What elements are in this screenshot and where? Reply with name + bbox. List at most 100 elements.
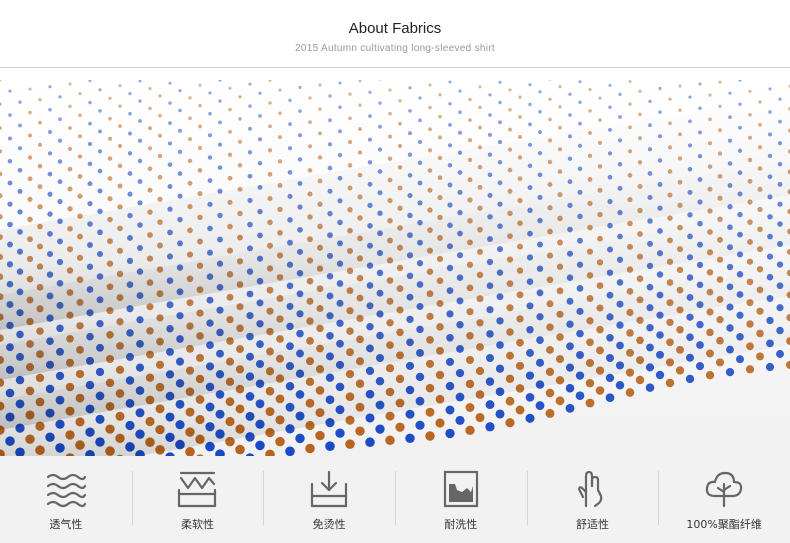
- fabric-dot: [555, 396, 565, 406]
- fabric-dot: [458, 130, 462, 135]
- fabric-dot: [277, 135, 283, 140]
- fabric-dot: [508, 127, 512, 132]
- fabric-dot: [578, 80, 582, 84]
- fabric-dot: [158, 133, 162, 138]
- fabric-dot: [318, 83, 322, 87]
- fabric-dot: [138, 99, 142, 103]
- fabric-dot: [575, 391, 585, 401]
- fabric-dot: [485, 422, 495, 432]
- fabric-dot: [157, 153, 163, 159]
- fabric-dot: [428, 127, 432, 132]
- fabric-dot: [378, 101, 382, 105]
- fabric-dot: [117, 163, 123, 169]
- fabric-dot: [488, 113, 492, 117]
- fabric-dot: [207, 178, 213, 183]
- fabric-dot: [88, 100, 92, 105]
- fabric-dot: [288, 122, 292, 126]
- fabric-dot: [508, 108, 512, 112]
- fabric-dot: [138, 119, 142, 123]
- fabric-dot: [47, 191, 53, 197]
- fabric-dot: [268, 101, 272, 105]
- fabric-dot: [425, 431, 435, 441]
- fabric-dot: [698, 106, 702, 110]
- fabric-dot: [325, 441, 335, 452]
- fabric-dot: [7, 136, 13, 141]
- fabric-dot: [435, 418, 445, 428]
- fabric-dot: [408, 109, 412, 113]
- fabric-dot: [268, 124, 272, 129]
- fabric-dot: [608, 105, 612, 110]
- feature-breathability: 透气性: [0, 456, 132, 543]
- fabric-dot: [228, 107, 232, 112]
- fabric-dot: [198, 103, 202, 108]
- fabric-dot: [177, 193, 183, 199]
- fabric-dot: [545, 408, 555, 418]
- fabric-dot: [238, 95, 242, 99]
- fabric-dot: [387, 156, 393, 161]
- fabric-dot: [548, 97, 552, 101]
- fabric-dot: [87, 181, 93, 187]
- fabric-dot: [87, 161, 93, 167]
- fabric-dot: [248, 126, 252, 131]
- fabric-dot: [128, 111, 132, 116]
- fabric-dot: [118, 104, 122, 108]
- fabric-dot: [108, 96, 112, 100]
- fabric-dot: [588, 88, 592, 92]
- fabric-dot: [47, 171, 53, 177]
- hand-icon: [578, 470, 603, 508]
- feature-label: 透气性: [49, 518, 83, 531]
- fabric-dot: [338, 105, 342, 109]
- fabric-dot: [58, 117, 62, 122]
- fabric-dot: [327, 165, 333, 171]
- fabric-dot: [438, 93, 442, 97]
- fabric-dot: [498, 100, 502, 105]
- fabric-dot: [285, 446, 295, 456]
- fabric-dot: [455, 415, 465, 425]
- fabric-dot: [57, 179, 63, 185]
- fabric-dot: [497, 140, 503, 145]
- fabric-dot: [258, 114, 262, 118]
- fabric-dot: [678, 84, 682, 88]
- fabric-dot: [568, 92, 572, 96]
- fabric-dot: [98, 109, 102, 113]
- fabric-dot: [427, 148, 433, 153]
- fabric-dot: [408, 86, 412, 90]
- fabric-dot: [658, 86, 662, 91]
- fabric-dot: [28, 110, 32, 115]
- fabric-dot: [57, 198, 63, 205]
- fabric-dot: [525, 392, 535, 402]
- fabric-dot: [415, 420, 425, 430]
- fabric-dot: [17, 167, 23, 173]
- fabric-dot: [278, 111, 282, 116]
- fabric-dot: [375, 424, 385, 434]
- fabric-dot: [7, 201, 13, 207]
- fabric-dot: [355, 426, 365, 436]
- fabric-dot: [97, 168, 103, 174]
- fabric-dot: [465, 425, 475, 435]
- fabric-dot: [498, 120, 502, 125]
- fabric-dot: [635, 375, 645, 385]
- fabric-dot: [158, 94, 162, 98]
- fabric-dot: [348, 116, 352, 121]
- fabric-dot: [447, 143, 453, 148]
- bounce-icon: [178, 471, 217, 508]
- fabric-dot: [137, 179, 143, 184]
- fabric-dot: [365, 437, 375, 447]
- fabric-dot: [428, 83, 432, 87]
- fabric-dot: [558, 125, 562, 130]
- fabric-dot: [445, 428, 455, 439]
- fabric-dot: [117, 204, 123, 210]
- fabric-dot: [315, 430, 325, 441]
- fabric-dot: [168, 121, 172, 125]
- fabric-dot: [28, 133, 32, 138]
- fabric-dot: [508, 88, 512, 92]
- fabric-dot: [548, 117, 552, 122]
- fabric-dot: [418, 118, 422, 123]
- no-iron-icon: [311, 470, 348, 508]
- fabric-dot: [538, 90, 542, 94]
- fabric-dot: [247, 150, 253, 155]
- fabric-dot: [518, 115, 522, 119]
- fabric-dot: [517, 134, 523, 140]
- fabric-dot: [157, 196, 163, 202]
- fabric-dot: [147, 146, 153, 151]
